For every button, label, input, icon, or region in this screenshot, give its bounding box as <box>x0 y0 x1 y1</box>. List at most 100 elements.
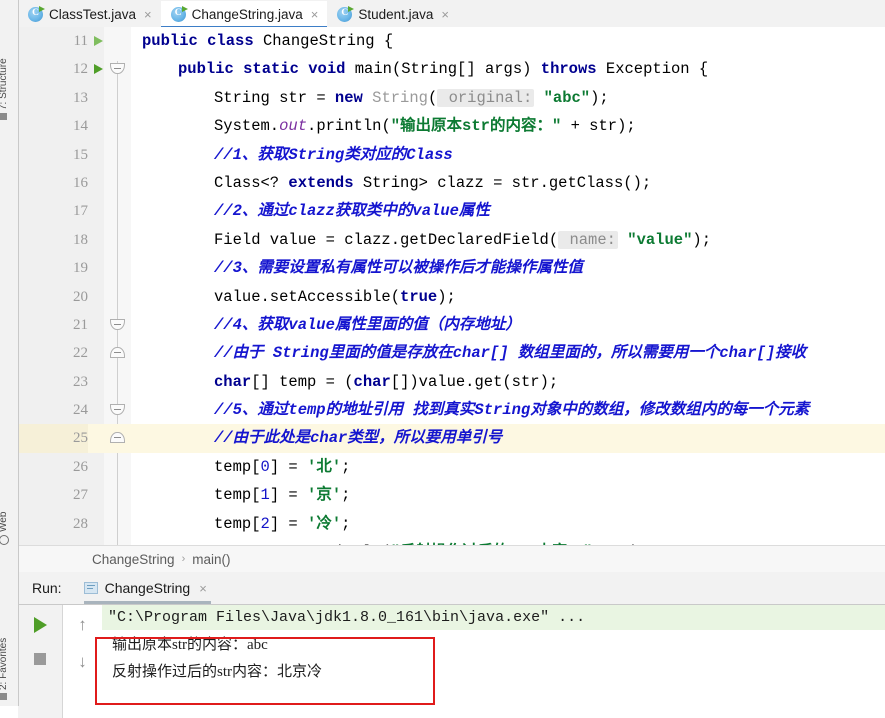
line-number: 14 <box>73 118 88 135</box>
line-number: 20 <box>73 288 88 305</box>
line-number: 22 <box>73 345 88 362</box>
close-icon[interactable]: × <box>144 8 152 21</box>
console-icon <box>83 582 98 594</box>
console-output[interactable]: "C:\Program Files\Java\jdk1.8.0_161\bin\… <box>102 605 885 706</box>
fold-toggle-icon[interactable] <box>110 404 125 417</box>
close-icon[interactable]: × <box>199 582 207 595</box>
console-nav-toolbar: ↑ ↓ <box>63 605 102 717</box>
line-number: 27 <box>73 487 88 504</box>
code-line[interactable]: 25 //由于此处是char类型，所以要用单引号 <box>18 424 885 453</box>
code-line[interactable]: 24 //5、通过temp的地址引用 找到真实String对象中的数组，修改数组内… <box>18 396 885 424</box>
java-class-icon: C <box>337 5 355 22</box>
fold-toggle-icon[interactable] <box>110 347 125 360</box>
breadcrumb-item-class[interactable]: ChangeString <box>92 552 175 567</box>
code-token: '北' <box>307 457 342 476</box>
code-token: ChangeString { <box>262 32 394 50</box>
code-token: String <box>372 88 428 107</box>
code-line[interactable]: 11 public class ChangeString { <box>18 27 885 55</box>
sidebar-item-favorites[interactable]: 2: Favorites <box>0 638 9 700</box>
sidebar-item-label: 2: Favorites <box>0 637 9 690</box>
code-token: class <box>207 32 263 50</box>
code-line[interactable]: 12 public static void main(String[] args)… <box>18 55 885 83</box>
code-token: Field value = clazz.getDeclaredField( <box>214 230 559 249</box>
code-line[interactable]: 18 Field value = clazz.getDeclaredField( … <box>18 226 885 254</box>
line-number: 23 <box>73 373 88 390</box>
editor-tab-classtest[interactable]: C ClassTest.java × <box>18 1 161 27</box>
code-line[interactable]: 19 //3、需要设置私有属性可以被操作后才能操作属性值 <box>18 254 885 282</box>
code-token: ; <box>341 514 351 533</box>
code-token: 2 <box>260 514 270 533</box>
code-line[interactable]: 27 temp[1] = '京'; <box>18 481 885 509</box>
scroll-down-icon[interactable]: ↓ <box>78 653 87 670</box>
code-line[interactable]: 15 //1、获取String类对应的Class <box>18 141 885 169</box>
fold-box <box>110 63 125 75</box>
code-text: String str = new String( original: "abc"… <box>142 84 609 112</box>
code-line[interactable]: 28 temp[2] = '冷'; <box>18 510 885 538</box>
code-line[interactable]: 26 temp[0] = '北'; <box>18 453 885 481</box>
code-line[interactable]: 16 Class<? extends String> clazz = str.ge… <box>18 169 885 197</box>
fold-toggle-icon[interactable] <box>110 318 125 332</box>
code-token: ] = <box>269 457 308 476</box>
code-token: '冷' <box>307 514 342 533</box>
code-line[interactable]: 21 //4、获取value属性里面的值（内存地址） <box>18 311 885 339</box>
sidebar-item-web[interactable]: Web <box>0 512 9 545</box>
fold-toggle-icon[interactable] <box>110 432 125 445</box>
fold-toggle-icon[interactable] <box>110 63 125 76</box>
line-number: 28 <box>73 515 88 532</box>
editor-tab-changestring[interactable]: C ChangeString.java × <box>160 1 328 28</box>
breadcrumb[interactable]: ChangeString › main() <box>18 545 885 573</box>
code-token: Exception { <box>605 60 709 79</box>
code-token: //5、通过temp的地址引用 找到真实String对象中的数组，修改数组内的每… <box>214 401 810 420</box>
code-token: [] temp = ( <box>251 372 354 391</box>
scroll-up-icon[interactable]: ↑ <box>78 616 87 633</box>
java-class-icon: C <box>28 5 45 22</box>
favorites-icon <box>0 693 7 700</box>
code-line[interactable]: 14 System.out.println("输出原本str的内容：" + str… <box>18 112 885 140</box>
code-line[interactable]: 22 //由于 String里面的值是存放在char[] 数组里面的，所以需要用一… <box>18 339 885 367</box>
console-output-line: 反射操作过后的str内容：北京冷 <box>112 664 323 680</box>
line-number: 12 <box>73 61 88 78</box>
console-command-line: "C:\Program Files\Java\jdk1.8.0_161\bin\… <box>102 605 885 630</box>
run-gutter-icon[interactable] <box>94 64 103 75</box>
code-token: temp[ <box>214 514 261 533</box>
editor-tab-label: ChangeString.java <box>191 6 303 22</box>
code-editor[interactable]: 11 public class ChangeString { 12 public st… <box>18 27 885 547</box>
editor-tab-student[interactable]: C Student.java × <box>327 1 458 27</box>
line-number: 15 <box>73 146 88 163</box>
sidebar-item-structure[interactable]: 7: Structure <box>0 58 9 120</box>
breadcrumb-item-method[interactable]: main() <box>192 552 230 567</box>
close-icon[interactable]: × <box>311 8 319 21</box>
code-text: Field value = clazz.getDeclaredField( na… <box>142 226 711 254</box>
line-number: 13 <box>73 89 88 106</box>
code-token: char <box>214 372 252 391</box>
code-token: "value" <box>627 230 693 249</box>
code-token: String str = <box>214 88 335 107</box>
rerun-icon[interactable] <box>33 617 47 633</box>
code-token: System. <box>214 117 280 136</box>
run-gutter-icon[interactable] <box>94 36 103 46</box>
code-text: public class ChangeString { <box>142 27 393 55</box>
code-line[interactable]: 17 //2、通过clazz获取类中的value属性 <box>18 197 885 225</box>
code-text: value.setAccessible(true); <box>142 283 456 311</box>
code-token: //3、需要设置私有属性可以被操作后才能操作属性值 <box>214 259 583 278</box>
code-token: //由于 String里面的值是存放在char[] 数组里面的，所以需要用一个c… <box>214 344 807 363</box>
close-icon[interactable]: × <box>441 8 449 21</box>
run-configuration-tab[interactable]: ChangeString × <box>83 573 212 604</box>
line-number: 11 <box>73 33 88 49</box>
code-line[interactable]: 20 value.setAccessible(true); <box>18 283 885 311</box>
code-text: public static void main(String[] args) t… <box>142 55 708 83</box>
code-token: //由于此处是char类型，所以要用单引号 <box>214 429 503 448</box>
code-token: //1、获取String类对应的Class <box>214 145 453 164</box>
code-lines[interactable]: 11 public class ChangeString { 12 public st… <box>18 27 885 547</box>
code-token: ; <box>341 486 351 505</box>
code-token: public static void <box>178 60 355 79</box>
java-class-icon: C <box>170 5 188 22</box>
run-tool-window-header: Run: ChangeString × <box>18 572 885 605</box>
code-line[interactable]: 23 char[] temp = (char[])value.get(str); <box>18 368 885 396</box>
stop-icon[interactable] <box>34 653 46 665</box>
code-token: ( <box>427 88 438 107</box>
line-number: 17 <box>73 203 88 220</box>
code-line[interactable]: 13 String str = new String( original: "ab… <box>18 84 885 112</box>
